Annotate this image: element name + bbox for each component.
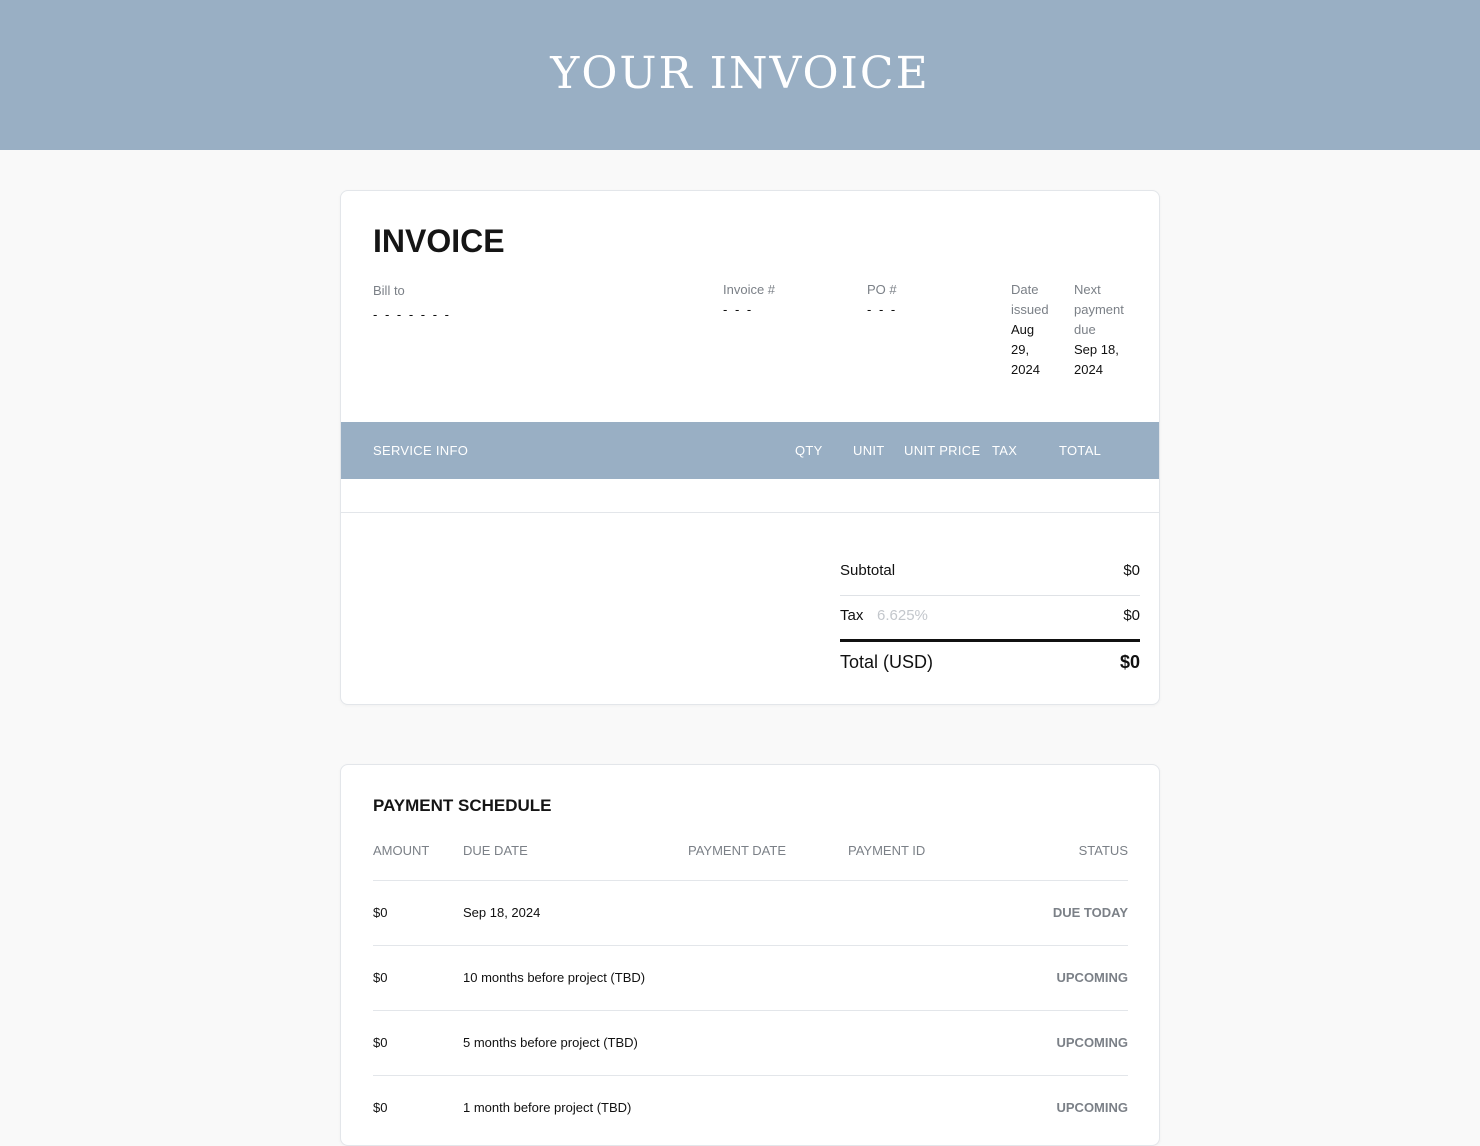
tax-value: $0 xyxy=(1123,607,1140,624)
banner-title: YOUR INVOICE xyxy=(550,48,930,99)
due-date-cell: 1 month before project (TBD) xyxy=(463,1100,632,1115)
line-items-header: SERVICE INFO QTY UNIT UNIT PRICE TAX TOT… xyxy=(341,422,1159,479)
next-due-label-line: due xyxy=(1074,322,1096,337)
next-payment-due: Next payment due Sep 18, 2024 xyxy=(1074,280,1138,380)
status-badge: UPCOMING xyxy=(1056,1100,1129,1115)
header-banner: YOUR INVOICE xyxy=(0,0,1480,150)
divider xyxy=(341,512,1159,513)
invoice-number-label: Invoice # xyxy=(723,282,776,297)
total-divider xyxy=(840,639,1140,642)
table-row[interactable]: $0 10 months before project (TBD) UPCOMI… xyxy=(373,945,1128,1011)
subtotal-value: $0 xyxy=(1123,562,1140,579)
table-row[interactable]: $0 5 months before project (TBD) UPCOMIN… xyxy=(373,1010,1128,1076)
bill-to-value[interactable]: - - - - - - - xyxy=(373,305,451,325)
table-row[interactable]: $0 1 month before project (TBD) UPCOMING xyxy=(373,1075,1128,1141)
tax-label: Tax xyxy=(840,607,864,624)
status-badge: DUE TODAY xyxy=(1052,905,1128,920)
subtotal-label: Subtotal xyxy=(840,562,896,579)
schedule-heading: PAYMENT SCHEDULE xyxy=(373,796,552,815)
col-total: TOTAL xyxy=(1059,443,1102,458)
col-status: STATUS xyxy=(1078,843,1128,858)
col-unit-price: UNIT PRICE xyxy=(904,443,981,458)
status-badge: UPCOMING xyxy=(1056,1035,1129,1050)
date-issued: Date issued Aug 29, 2024 xyxy=(1011,280,1067,380)
col-due-date: DUE DATE xyxy=(463,843,528,858)
date-issued-value-line: 29, xyxy=(1011,342,1030,357)
tax-rate[interactable]: 6.625% xyxy=(877,606,928,626)
due-date-cell: 10 months before project (TBD) xyxy=(463,970,646,985)
total-label: Total (USD) xyxy=(840,652,934,672)
date-issued-value-line: 2024 xyxy=(1011,362,1040,377)
next-due-value-line: 2024 xyxy=(1074,362,1103,377)
bill-to-label: Bill to xyxy=(373,283,405,298)
po-number-value[interactable]: - - - xyxy=(867,300,897,320)
invoice-number-value[interactable]: - - - xyxy=(723,300,753,320)
col-payment-id: PAYMENT ID xyxy=(848,843,926,858)
amount-cell: $0 xyxy=(373,970,388,985)
col-service-info: SERVICE INFO xyxy=(373,443,469,458)
due-date-cell: Sep 18, 2024 xyxy=(463,905,541,920)
table-row[interactable]: $0 Sep 18, 2024 DUE TODAY xyxy=(373,880,1128,946)
payment-schedule-card: PAYMENT SCHEDULE AMOUNT DUE DATE PAYMENT… xyxy=(340,764,1160,1146)
col-qty: QTY xyxy=(795,443,823,458)
amount-cell: $0 xyxy=(373,1035,388,1050)
divider xyxy=(840,595,1140,596)
amount-cell: $0 xyxy=(373,905,388,920)
due-date-cell: 5 months before project (TBD) xyxy=(463,1035,638,1050)
col-unit: UNIT xyxy=(853,443,885,458)
col-amount: AMOUNT xyxy=(373,843,430,858)
invoice-heading: INVOICE xyxy=(373,223,505,259)
date-issued-label-line: Date xyxy=(1011,282,1039,297)
col-tax: TAX xyxy=(992,443,1018,458)
po-number-label: PO # xyxy=(867,282,897,297)
total-value: $0 xyxy=(1119,652,1140,672)
invoice-card: INVOICE Bill to - - - - - - - Invoice # … xyxy=(340,190,1160,705)
next-due-label-line: payment xyxy=(1074,302,1124,317)
amount-cell: $0 xyxy=(373,1100,388,1115)
col-payment-date: PAYMENT DATE xyxy=(688,843,786,858)
status-badge: UPCOMING xyxy=(1056,970,1129,985)
next-due-value-line: Sep 18, xyxy=(1074,342,1119,357)
date-issued-label-line: issued xyxy=(1011,302,1049,317)
next-due-label-line: Next xyxy=(1074,282,1101,297)
date-issued-value-line: Aug xyxy=(1011,322,1035,337)
